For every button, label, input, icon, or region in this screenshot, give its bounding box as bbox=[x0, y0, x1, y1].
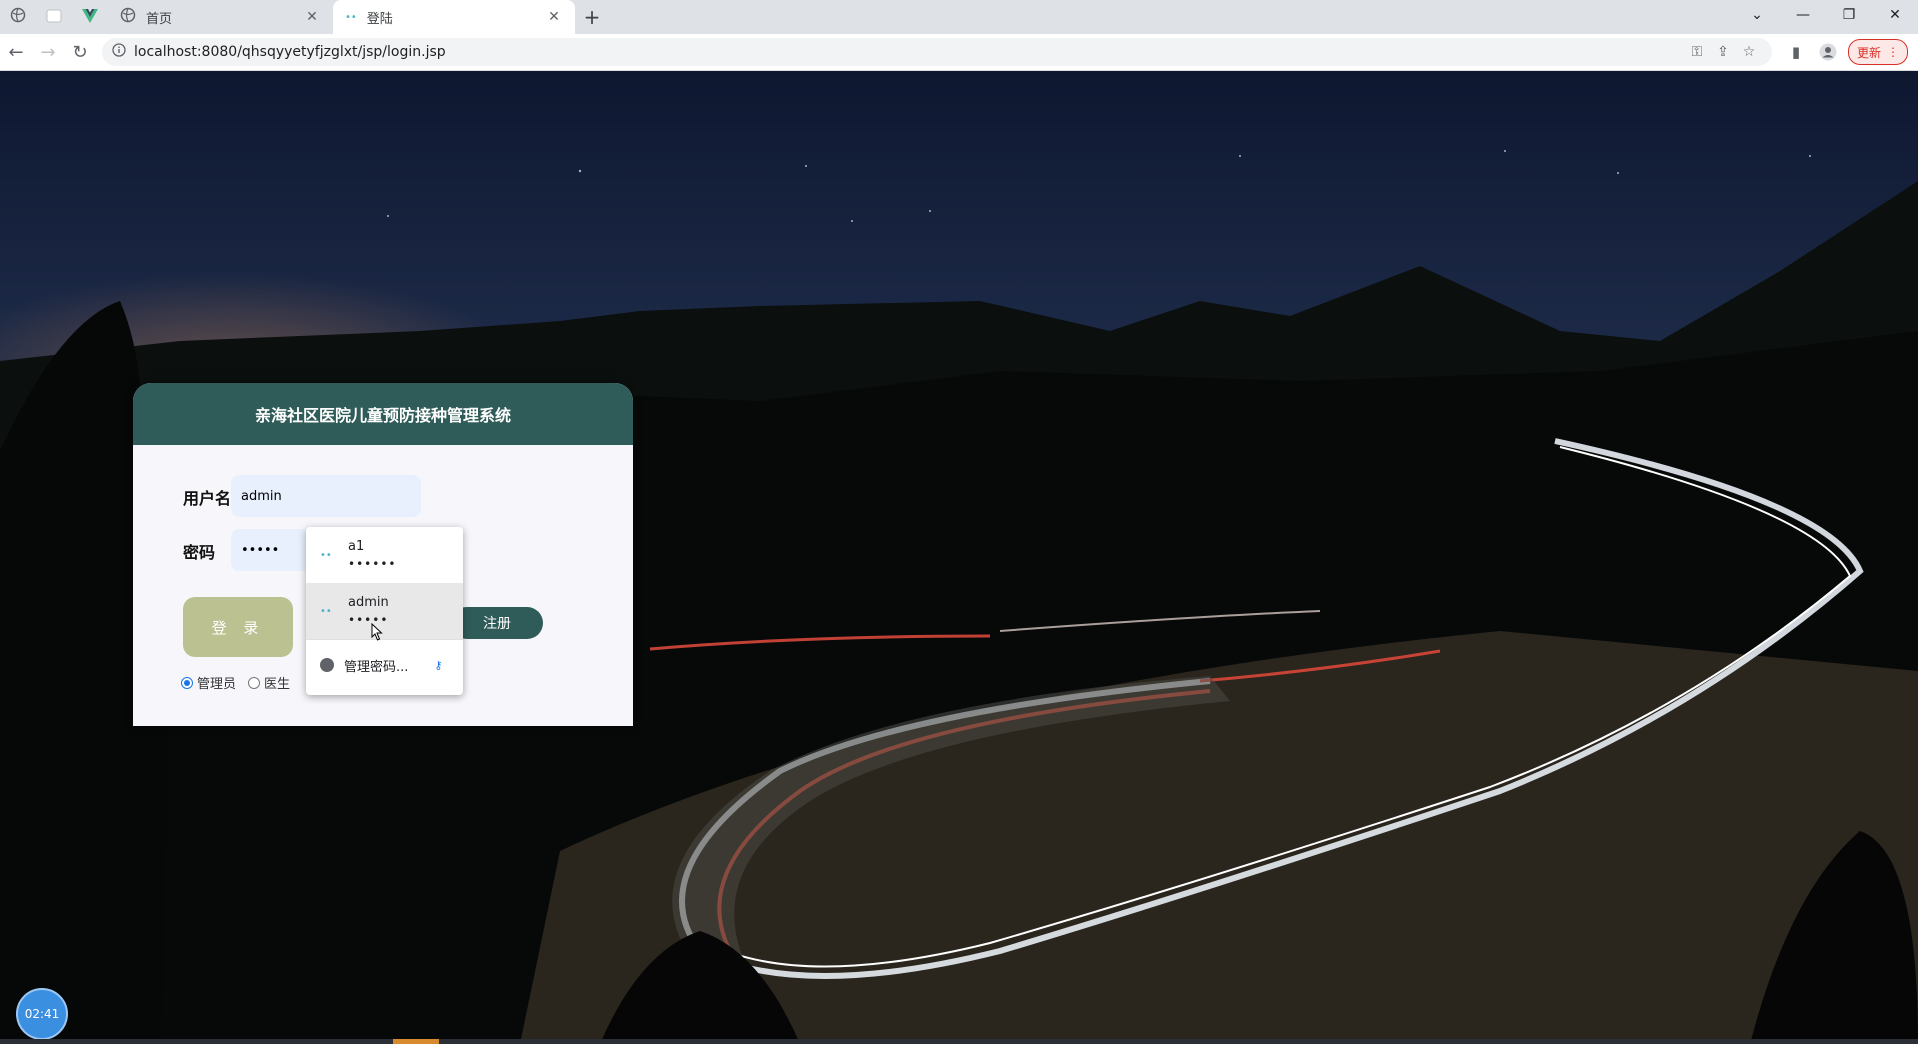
radio-unchecked-icon bbox=[248, 676, 261, 689]
key-icon: ⚷ bbox=[434, 658, 443, 672]
minimize-icon[interactable]: — bbox=[1780, 0, 1826, 30]
key-dots-icon: •• bbox=[320, 605, 332, 617]
system-title: 亲海社区医院儿童预防接种管理系统 bbox=[254, 406, 511, 425]
side-panel-icon[interactable]: ▮ bbox=[1780, 36, 1812, 68]
window-controls: ⌄ — ❐ ✕ bbox=[1734, 0, 1918, 34]
loading-dots-icon: •• bbox=[345, 11, 357, 23]
role-label: 医生 bbox=[264, 677, 291, 692]
pinned-tab-2[interactable] bbox=[36, 0, 72, 34]
address-bar[interactable]: localhost:8080/qhsqyyetyfjzglxt/jsp/logi… bbox=[102, 38, 1772, 66]
close-icon[interactable]: ✕ bbox=[303, 9, 321, 25]
role-doctor-radio[interactable]: 医生 bbox=[248, 673, 290, 692]
tab-strip: 首页 ✕ •• 登陆 ✕ + ⌄ — ❐ ✕ bbox=[0, 0, 1918, 34]
pinned-tab-3[interactable] bbox=[72, 0, 108, 34]
manage-passwords-label: 管理密码... bbox=[344, 659, 409, 675]
globe-icon bbox=[120, 7, 136, 27]
key-dots-icon: •• bbox=[320, 549, 332, 561]
browser-toolbar: ← → ↻ localhost:8080/qhsqyyetyfjzglxt/js… bbox=[0, 34, 1918, 71]
tab-title: 登陆 bbox=[366, 11, 393, 27]
radio-checked-icon bbox=[181, 676, 193, 689]
login-card-header: 亲海社区医院儿童预防接种管理系统 bbox=[133, 383, 633, 445]
back-button[interactable]: ← bbox=[0, 36, 32, 68]
blank-page-icon bbox=[46, 8, 62, 27]
pinned-tab-1[interactable] bbox=[0, 0, 36, 34]
role-admin-radio[interactable]: 管理员 bbox=[181, 673, 236, 692]
update-label: 更新 bbox=[1856, 45, 1881, 60]
tab-home[interactable]: 首页 ✕ bbox=[108, 0, 333, 34]
tab-login[interactable]: •• 登陆 ✕ bbox=[333, 0, 575, 34]
restore-icon[interactable]: ❐ bbox=[1826, 0, 1872, 30]
arrow-left-icon: ← bbox=[8, 41, 24, 63]
username-label: 用户名 bbox=[183, 489, 232, 508]
arrow-right-icon: → bbox=[40, 41, 56, 63]
password-label: 密码 bbox=[183, 543, 216, 562]
star-icon[interactable]: ☆ bbox=[1736, 44, 1762, 60]
progress-segment bbox=[393, 1039, 439, 1044]
autofill-entry[interactable]: •• admin ••••• bbox=[306, 583, 463, 639]
role-label: 管理员 bbox=[197, 677, 237, 692]
reload-button[interactable]: ↻ bbox=[64, 36, 96, 68]
share-icon[interactable]: ⇪ bbox=[1710, 44, 1736, 60]
username-input[interactable] bbox=[231, 475, 421, 517]
autofill-entry[interactable]: •• a1 •••••• bbox=[306, 527, 463, 583]
chrome-icon bbox=[320, 658, 334, 672]
new-tab-button[interactable]: + bbox=[575, 0, 609, 34]
tab-title: 首页 bbox=[146, 11, 173, 27]
close-window-icon[interactable]: ✕ bbox=[1872, 0, 1918, 30]
info-icon[interactable] bbox=[112, 43, 126, 61]
role-selector: 管理员 医生 bbox=[181, 673, 290, 692]
autofill-password: •••••• bbox=[348, 557, 397, 571]
update-button[interactable]: 更新 ⋮ bbox=[1847, 39, 1908, 65]
clock-badge[interactable]: 02:41 bbox=[16, 988, 68, 1040]
mouse-cursor-icon bbox=[371, 622, 383, 645]
bottom-progress-strip bbox=[0, 1039, 1918, 1044]
autofill-username: a1 bbox=[348, 539, 365, 554]
key-icon[interactable]: ⚿ bbox=[1684, 44, 1710, 60]
password-mask: ••••• bbox=[241, 542, 280, 558]
vue-logo-icon bbox=[82, 8, 98, 27]
url-text: localhost:8080/qhsqyyetyfjzglxt/jsp/logi… bbox=[134, 44, 446, 60]
register-button[interactable]: 注册 bbox=[451, 607, 543, 639]
chevron-down-icon[interactable]: ⌄ bbox=[1734, 0, 1780, 30]
forward-button[interactable]: → bbox=[32, 36, 64, 68]
password-autofill-dropdown: •• a1 •••••• •• admin ••••• 管理密码... ⚷ bbox=[306, 527, 463, 695]
manage-passwords-item[interactable]: 管理密码... ⚷ bbox=[306, 640, 463, 690]
close-icon[interactable]: ✕ bbox=[545, 9, 563, 25]
profile-avatar-icon[interactable] bbox=[1812, 36, 1844, 68]
globe-icon bbox=[10, 7, 26, 27]
more-vert-icon: ⋮ bbox=[1887, 45, 1899, 59]
reload-icon: ↻ bbox=[72, 41, 88, 63]
autofill-username: admin bbox=[348, 595, 389, 610]
login-button[interactable]: 登 录 bbox=[183, 597, 293, 657]
